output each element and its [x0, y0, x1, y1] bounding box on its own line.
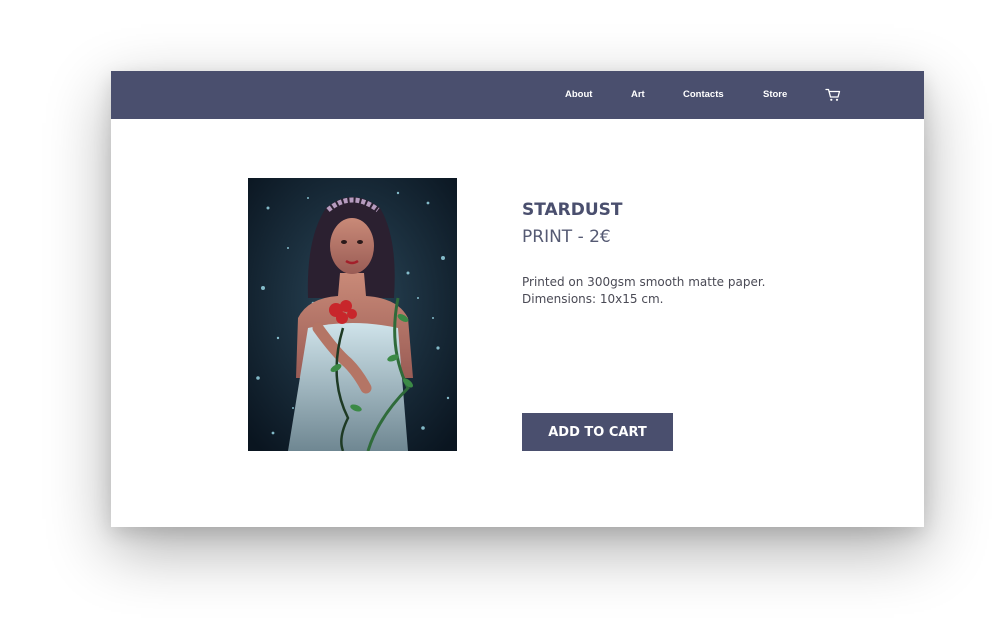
nav-link-about[interactable]: About: [565, 71, 592, 119]
nav-link-store[interactable]: Store: [763, 71, 787, 119]
product-title: STARDUST: [522, 200, 623, 220]
product-price: PRINT - 2€: [522, 227, 611, 247]
add-to-cart-button[interactable]: ADD TO CART: [522, 413, 673, 451]
nav-link-art[interactable]: Art: [631, 71, 645, 119]
shopping-cart-icon[interactable]: [825, 88, 841, 102]
product-artwork-image: [248, 178, 457, 451]
top-navbar: About Art Contacts Store: [111, 71, 924, 119]
nav-link-contacts[interactable]: Contacts: [683, 71, 724, 119]
store-window: About Art Contacts Store STARDUST PRINT …: [111, 71, 924, 527]
description-line-paper: Printed on 300gsm smooth matte paper.: [522, 275, 766, 289]
description-line-dimensions: Dimensions: 10x15 cm.: [522, 292, 664, 306]
product-description: Printed on 300gsm smooth matte paper. Di…: [522, 274, 822, 308]
